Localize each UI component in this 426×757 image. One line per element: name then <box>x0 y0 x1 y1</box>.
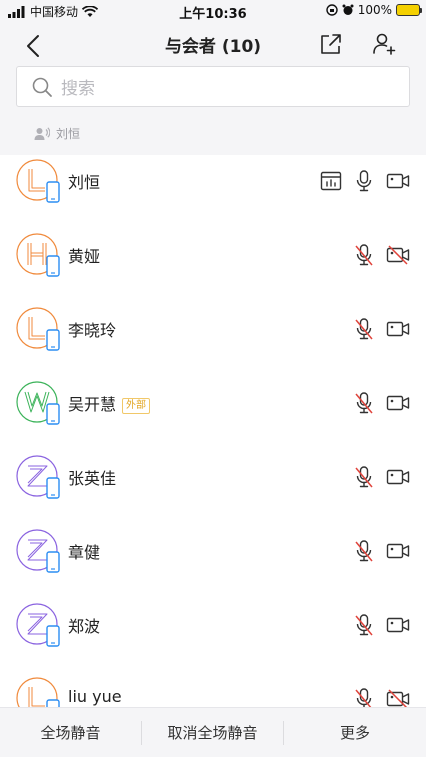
camera-icon[interactable] <box>386 539 410 563</box>
search-input[interactable]: 搜索 <box>16 66 410 107</box>
page-title: 与会者 (10) <box>164 37 262 57</box>
participant-row[interactable]: 张英佳 <box>0 451 426 525</box>
participant-name: 张英佳 <box>68 465 116 489</box>
participant-list: 刘恒黄娅李晓玲吴开慧 外部张英佳章健郑波 liu yue <box>0 155 426 707</box>
mic-muted-icon[interactable] <box>352 243 376 267</box>
participant-name-text: 黄娅 <box>68 247 101 266</box>
mute-all-button[interactable]: 全场静音 <box>0 708 141 757</box>
participant-row[interactable]: 章健 <box>0 525 426 599</box>
status-right: 100% <box>325 3 422 17</box>
participant-name: 黄娅 <box>68 243 100 267</box>
avatar <box>16 159 60 203</box>
camera-off-icon[interactable] <box>386 243 410 267</box>
battery-label: 100% <box>357 3 392 17</box>
participant-row[interactable]: 刘恒 <box>0 155 426 229</box>
participant-name-text: 李晓玲 <box>68 321 117 340</box>
speaker-name: 刘恒 <box>56 127 81 141</box>
add-participant-icon[interactable] <box>371 31 397 57</box>
share-icon[interactable] <box>318 31 344 57</box>
mic-muted-icon[interactable] <box>352 391 376 415</box>
avatar <box>16 677 60 707</box>
avatar <box>16 455 60 499</box>
participant-row[interactable]: 郑波 <box>0 599 426 673</box>
participant-name-text: liu yue <box>68 687 122 706</box>
mic-muted-icon[interactable] <box>352 613 376 637</box>
avatar <box>16 529 60 573</box>
bottom-action-bar: 全场静音 取消全场静音 更多 <box>0 707 426 757</box>
mic-muted-icon[interactable] <box>352 317 376 341</box>
avatar <box>16 603 60 647</box>
more-button[interactable]: 更多 <box>284 708 426 757</box>
nav-bar: 与会者 (10) <box>0 22 426 66</box>
participant-name-text: 张英佳 <box>68 469 117 488</box>
participant-name: 郑波 <box>68 613 100 637</box>
participant-name-text: 章健 <box>68 543 101 562</box>
camera-icon[interactable] <box>386 613 410 637</box>
camera-icon[interactable] <box>386 465 410 489</box>
participant-name-text: 刘恒 <box>68 173 101 192</box>
participant-row[interactable]: 李晓玲 <box>0 303 426 377</box>
participant-row[interactable]: liu yue <box>0 673 426 707</box>
participants-screen: 中国移动 上午10:36 100% 与会者 (10) 搜索 刘恒 刘恒 黄娅 李… <box>0 0 426 757</box>
participant-row[interactable]: 黄娅 <box>0 229 426 303</box>
rotation-lock-icon <box>325 4 338 16</box>
camera-off-icon[interactable] <box>386 687 410 707</box>
camera-icon[interactable] <box>386 169 410 193</box>
search-placeholder: 搜索 <box>61 79 95 99</box>
camera-icon[interactable] <box>386 317 410 341</box>
speaking-user-icon <box>34 126 50 140</box>
participant-name-text: 郑波 <box>68 617 101 636</box>
mic-muted-icon[interactable] <box>352 465 376 489</box>
participant-name: 吴开慧 外部 <box>68 391 151 415</box>
mic-icon[interactable] <box>352 169 376 193</box>
participant-name: 章健 <box>68 539 100 563</box>
search-icon <box>32 77 52 97</box>
participant-row[interactable]: 吴开慧 外部 <box>0 377 426 451</box>
battery-icon <box>396 4 422 16</box>
mic-muted-icon[interactable] <box>352 539 376 563</box>
participant-name: 李晓玲 <box>68 317 116 341</box>
avatar <box>16 381 60 425</box>
screen-share-icon[interactable] <box>319 169 343 193</box>
participant-name-text: 吴开慧 <box>68 395 117 414</box>
alarm-icon <box>342 4 354 15</box>
unmute-all-button[interactable]: 取消全场静音 <box>142 708 283 757</box>
participant-name: liu yue <box>68 687 122 706</box>
current-speaker: 刘恒 <box>34 125 80 142</box>
camera-icon[interactable] <box>386 391 410 415</box>
avatar <box>16 233 60 277</box>
mic-muted-icon[interactable] <box>352 687 376 707</box>
external-badge: 外部 <box>122 398 151 414</box>
participant-name: 刘恒 <box>68 169 100 193</box>
status-bar: 中国移动 上午10:36 100% <box>0 0 426 22</box>
avatar <box>16 307 60 351</box>
